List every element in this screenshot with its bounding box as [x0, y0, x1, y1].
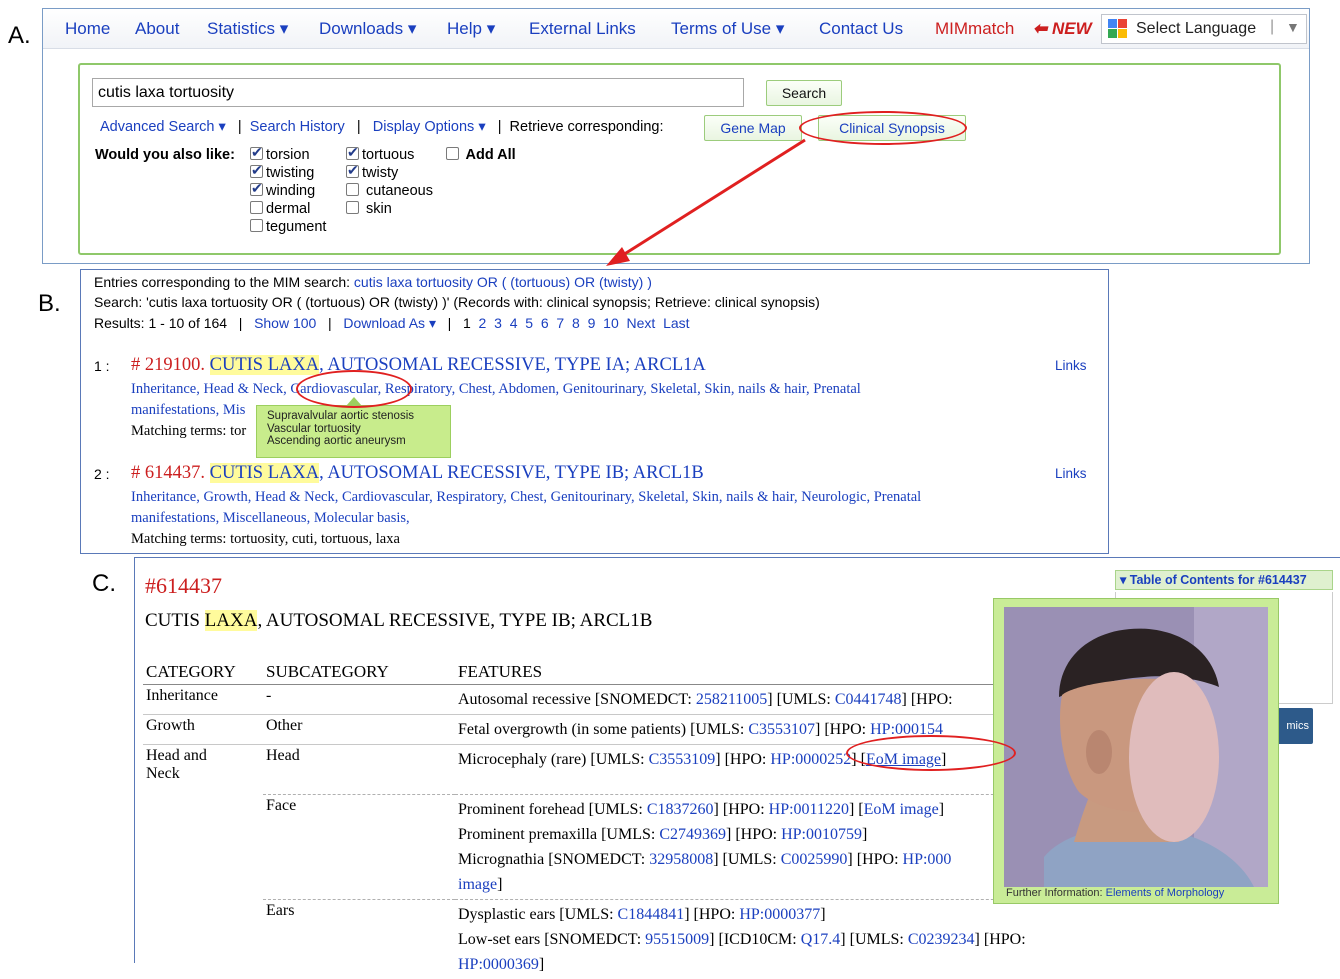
annotation-arrow-head: [606, 247, 630, 266]
annotation-arrow-line: [615, 140, 805, 260]
annotation-arrow-layer: [0, 0, 1340, 963]
